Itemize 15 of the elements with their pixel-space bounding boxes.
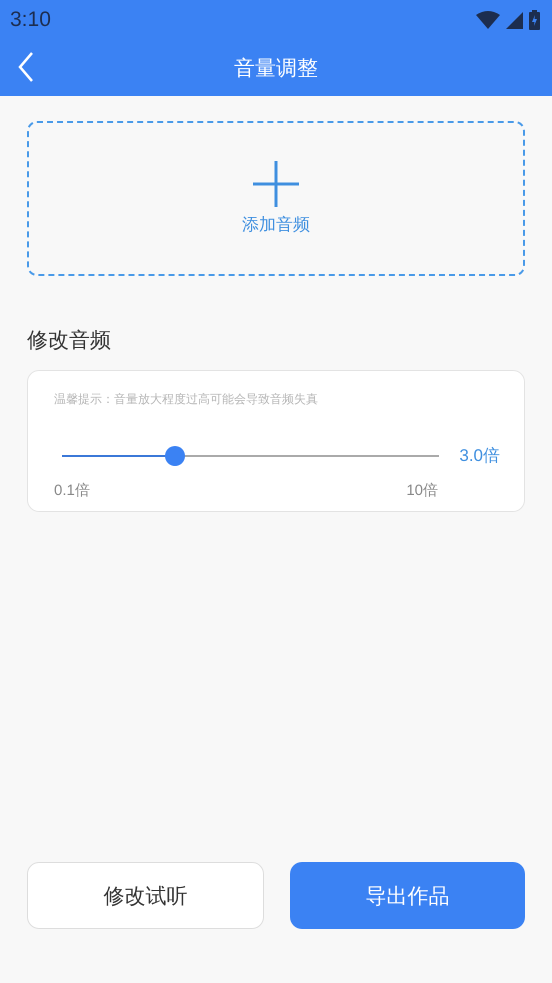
volume-reading: 3.0倍 xyxy=(459,445,500,467)
section-title: 修改音频 xyxy=(27,327,112,354)
page-title: 音量调整 xyxy=(234,55,318,82)
signal-icon xyxy=(506,12,523,28)
add-audio-button[interactable]: 添加音频 xyxy=(27,121,525,276)
slider-thumb[interactable] xyxy=(165,446,186,466)
wifi-icon xyxy=(476,11,500,29)
plus-icon xyxy=(253,161,299,207)
preview-button[interactable]: 修改试听 xyxy=(27,862,264,929)
min-label: 0.1倍 xyxy=(54,481,90,500)
battery-icon xyxy=(529,10,540,30)
status-time: 3:10 xyxy=(10,8,51,32)
export-button[interactable]: 导出作品 xyxy=(290,862,525,929)
hint-text: 温馨提示：音量放大程度过高可能会导致音频失真 xyxy=(54,391,319,408)
max-label: 10倍 xyxy=(406,481,438,500)
